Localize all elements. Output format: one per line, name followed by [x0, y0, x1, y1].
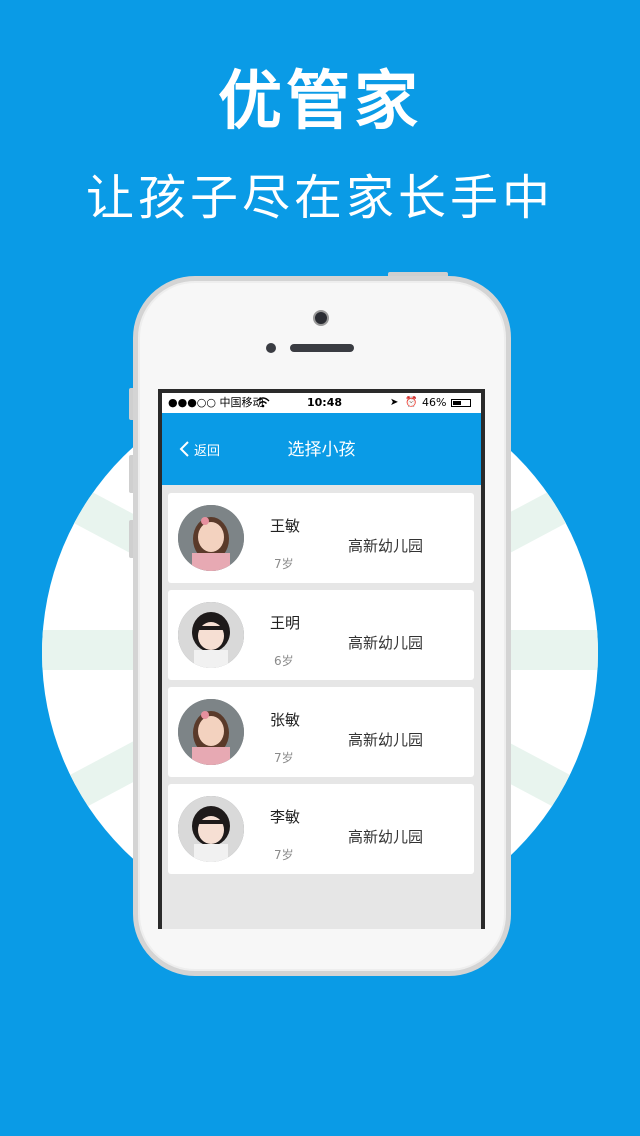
child-card[interactable]: 王敏 7岁 高新幼儿园 [168, 493, 474, 583]
child-age: 7岁 [274, 848, 294, 862]
promo-title: 优管家 [218, 65, 422, 139]
child-card[interactable]: 王明 6岁 高新幼儿园 [168, 590, 474, 680]
child-age: 7岁 [274, 751, 294, 765]
school-name: 高新幼儿园 [348, 731, 424, 749]
app-screen: ●●●○○ 中国移动 10:48 ➤ ⏰ 46% 返回 选择小孩 王敏 7岁 高… [162, 393, 481, 929]
child-name: 王明 [270, 614, 301, 632]
child-card[interactable]: 李敏 7岁 高新幼儿园 [168, 784, 474, 874]
carrier-label: ●●●○○ 中国移动 [168, 396, 264, 409]
phone-screen: ●●●○○ 中国移动 10:48 ➤ ⏰ 46% 返回 选择小孩 王敏 7岁 高… [158, 389, 485, 929]
location-icon: ➤ [390, 397, 399, 408]
bottom-area [162, 878, 481, 929]
battery-icon [451, 399, 471, 407]
earpiece-speaker [290, 344, 354, 352]
page-title: 选择小孩 [287, 440, 356, 460]
promo-subtitle: 让孩子尽在家长手中 [85, 170, 554, 226]
avatar [178, 796, 244, 862]
child-card[interactable]: 张敏 7岁 高新幼儿园 [168, 687, 474, 777]
clock-label: 10:48 [307, 396, 343, 409]
avatar [178, 602, 244, 668]
child-name: 王敏 [270, 517, 301, 535]
school-name: 高新幼儿园 [348, 828, 424, 846]
nav-bar: 返回 选择小孩 [162, 413, 481, 485]
child-name: 李敏 [270, 808, 301, 826]
alarm-icon: ⏰ [405, 397, 418, 408]
child-name: 张敏 [270, 711, 301, 729]
status-bar: ●●●○○ 中国移动 10:48 ➤ ⏰ 46% [162, 393, 481, 413]
school-name: 高新幼儿园 [348, 537, 424, 555]
battery-percent: 46% [422, 396, 447, 409]
front-camera [313, 310, 329, 326]
avatar [178, 505, 244, 571]
avatar [178, 699, 244, 765]
school-name: 高新幼儿园 [348, 634, 424, 652]
proximity-sensor [266, 343, 276, 353]
child-age: 6岁 [274, 654, 294, 668]
child-age: 7岁 [274, 557, 294, 571]
